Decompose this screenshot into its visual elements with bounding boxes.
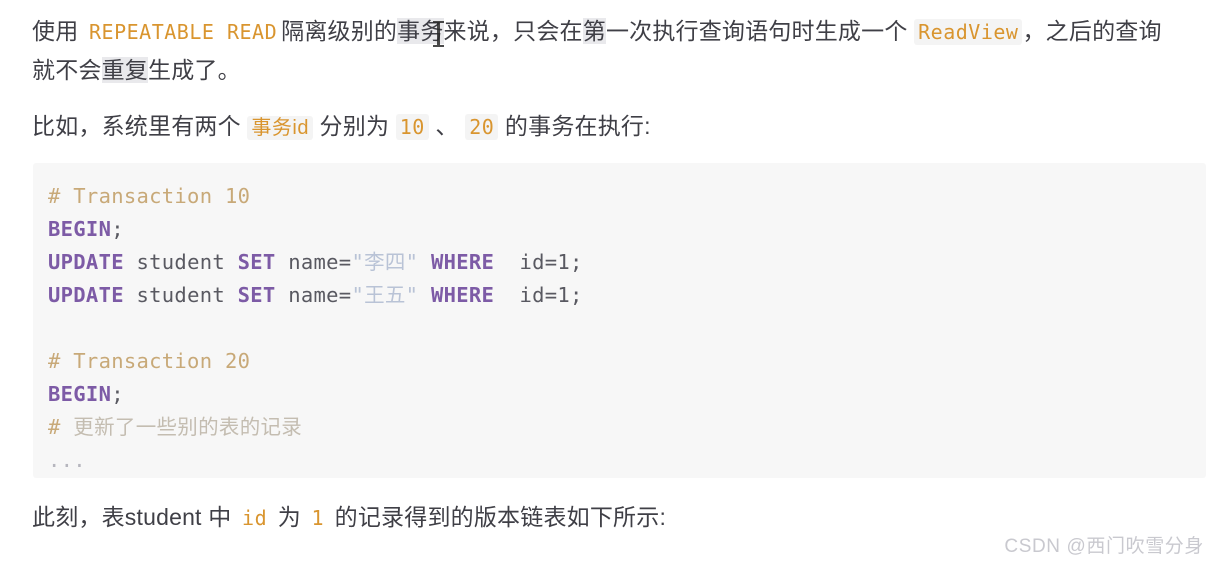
code-token-punct: ; [111,217,124,241]
highlighted-text-chongfu: 重复 [101,57,149,83]
code-token-comment: # [48,415,74,439]
line-update-lisi: UPDATE student SET name="李四" WHERE id=1; [33,246,1206,279]
code-token-kw: WHERE [430,283,495,307]
code-token-plain: id=1; [494,250,583,274]
inline-code-1: 1 [311,506,325,530]
watermark: CSDN @西门吹雪分身 [1004,536,1204,557]
text-segment: 来说，只会在 [443,18,583,44]
inline-code-repeatable-read: REPEATABLE READ [89,20,278,44]
code-token-plain: student [123,283,238,307]
code-token-kw: WHERE [430,250,495,274]
line-begin-1: BEGIN; [33,213,1206,246]
code-token-kw: UPDATE [48,283,124,307]
code-token-str: "王五" [351,283,419,307]
inline-code-id: id [242,506,268,530]
line-comment-tx20: # Transaction 20 [33,345,1206,378]
code-token-comment: # Transaction 10 [48,184,251,208]
text-segment: 使用 [32,18,85,44]
inline-code-10: 10 [395,114,429,140]
text-segment: 、 [428,113,466,139]
text-segment: 比如，系统里有两个 [32,113,248,139]
text-segment: 的事务在执行: [498,113,651,139]
text-cursor-icon [433,21,444,47]
line-blank-1 [33,312,1206,345]
line-update-wangwu: UPDATE student SET name="王五" WHERE id=1; [33,279,1206,312]
text-segment: 生成了。 [148,57,241,83]
code-token-kw: BEGIN [48,217,112,241]
code-token-comment-cjk: 更新了一些别的表的记录 [73,416,303,439]
code-block[interactable]: # Transaction 10 BEGIN; UPDATE student SET… [33,163,1206,478]
text-segment: 一次执行查询语句时生成一个 [605,18,915,44]
line-comment-tx10: # Transaction 10 [33,180,1206,213]
inline-code-transaction-id: 事务id [247,116,313,140]
inline-code-readview: ReadView [914,19,1023,45]
text-segment: 分别为 [312,113,396,139]
code-token-comment: # Transaction 20 [48,349,251,373]
text-segment: 就不会 [32,57,102,83]
code-token-plain: id=1; [494,283,583,307]
code-token-dots: ... [48,448,86,472]
code-token-kw: UPDATE [48,250,124,274]
highlighted-text-di: 第 [582,18,606,44]
text-segment: ，之后的查询 [1022,18,1162,44]
paragraph-intro: 使用 REPEATABLE READ 隔离级别的事务来说，只会在第一次执行查询语句… [0,12,1222,89]
text-segment: 隔离级别的 [281,18,398,44]
text-segment: 为 [271,504,308,530]
line-ellipsis: ... [33,444,1206,477]
code-block-lines: # Transaction 10 BEGIN; UPDATE student SET… [33,180,1206,477]
code-token-kw: BEGIN [48,382,112,406]
code-token-punct: ; [111,382,124,406]
article-page: 使用 REPEATABLE READ 隔离级别的事务来说，只会在第一次执行查询语句… [0,0,1222,568]
code-token-kw: SET [237,283,276,307]
code-token-kw: SET [237,250,276,274]
line-comment-cjk: # 更新了一些别的表的记录 [33,411,1206,444]
code-token-plain: name= [275,283,352,307]
code-token-str: "李四" [351,250,419,274]
paragraph-example: 比如，系统里有两个 事务id 分别为 10 、 20 的事务在执行: [0,107,1222,147]
code-token-plain: name= [275,250,352,274]
text-segment: 的记录得到的版本链表如下所示: [328,504,667,530]
text-segment: 此刻，表student 中 [32,504,239,530]
code-token-plain: student [123,250,238,274]
line-begin-2: BEGIN; [33,378,1206,411]
inline-code-20: 20 [465,114,499,140]
